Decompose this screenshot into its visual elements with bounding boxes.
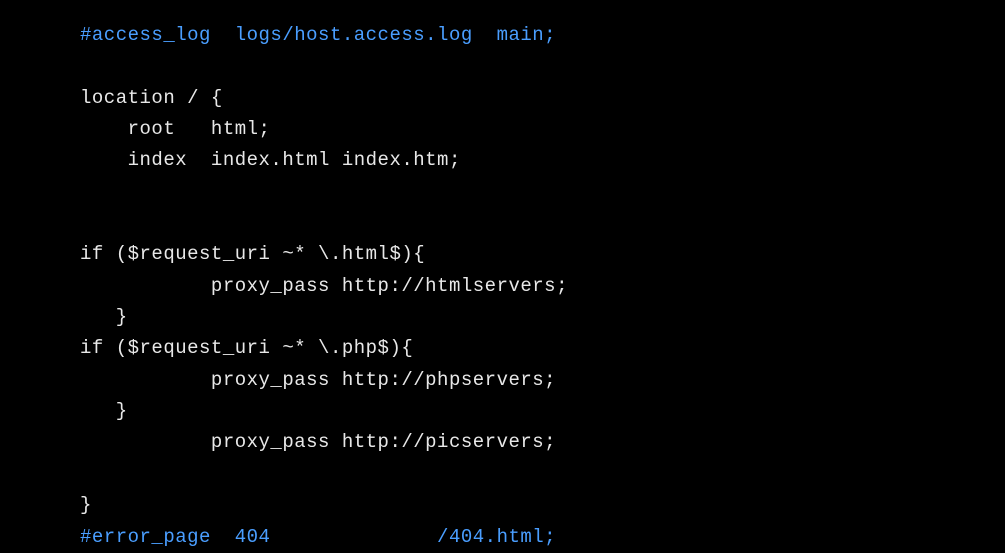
code-line: if ($request_uri ~* \.php$){ [80, 337, 413, 359]
code-line-comment: #error_page 404 /404.html; [80, 526, 556, 548]
code-line: index index.html index.htm; [80, 149, 461, 171]
code-line: } [80, 306, 128, 328]
code-line: proxy_pass http://picservers; [80, 431, 556, 453]
code-line: proxy_pass http://phpservers; [80, 369, 556, 391]
code-line: proxy_pass http://htmlservers; [80, 275, 568, 297]
code-line: } [80, 400, 128, 422]
code-line: if ($request_uri ~* \.html$){ [80, 243, 425, 265]
code-line: location / { [80, 87, 223, 109]
code-line-comment: #access_log logs/host.access.log main; [80, 24, 556, 46]
code-line: } [80, 494, 92, 516]
code-line: root html; [80, 118, 270, 140]
code-editor-content: #access_log logs/host.access.log main; l… [80, 20, 1005, 553]
